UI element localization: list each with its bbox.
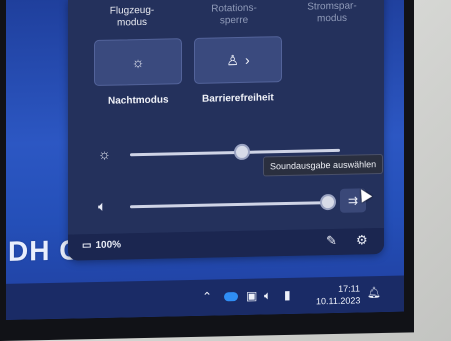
night-mode-tile[interactable]: ☼ — [94, 38, 182, 87]
volume-slider-thumb[interactable] — [320, 193, 336, 211]
brightness-track-rest — [240, 148, 340, 154]
accessibility-icon: ♙ — [226, 51, 239, 68]
battery-saver-label[interactable]: Stromspar- modus — [282, 0, 382, 26]
flight-mode-label-line1: Flugzeug- — [109, 4, 155, 17]
brightness-track-filled — [130, 150, 240, 157]
accessibility-tile[interactable]: ♙ › — [194, 36, 282, 84]
sound-output-tooltip: Soundausgabe auswählen — [263, 153, 384, 177]
rotation-lock-label-line2: sperre — [219, 14, 249, 27]
battery-icon: ▭ — [82, 240, 92, 252]
quick-settings-body: Flugzeug- modus Rotations- sperre Stroms… — [68, 0, 384, 235]
volume-track-filled — [130, 201, 326, 209]
laptop-bezel: DH C Flugzeug- modus Rotations- sperre S… — [0, 0, 414, 341]
clock[interactable]: 17:11 10.11.2023 — [316, 282, 360, 307]
screen: DH C Flugzeug- modus Rotations- sperre S… — [6, 0, 404, 320]
volume-slider-row: 🔈︎ ⇉ — [68, 188, 384, 221]
chevron-right-icon: › — [244, 51, 250, 68]
battery-saver-label-line2: modus — [316, 12, 347, 25]
quick-toggle-labels-row: Flugzeug- modus Rotations- sperre Stroms… — [68, 0, 384, 39]
battery-saver-label-line1: Stromspar- — [307, 0, 357, 13]
flight-mode-label[interactable]: Flugzeug- modus — [82, 4, 182, 30]
photo-background: DH C Flugzeug- modus Rotations- sperre S… — [0, 0, 451, 341]
pencil-icon[interactable]: ✎ — [326, 233, 337, 249]
sound-output-icon: ⇉ — [347, 193, 359, 208]
network-icon[interactable]: ▣ — [246, 289, 257, 303]
brightness-slider-thumb[interactable] — [234, 143, 250, 161]
rotation-lock-label-line1: Rotations- — [211, 2, 257, 15]
bell-icon[interactable]: 🔔︎ — [367, 286, 381, 299]
taskbar-speaker-icon[interactable]: 🔈︎ — [264, 288, 271, 303]
rotation-lock-label[interactable]: Rotations- sperre — [184, 2, 284, 28]
battery-percentage: 100% — [95, 239, 122, 252]
brightness-icon: ☼ — [98, 145, 111, 162]
clock-time: 17:11 — [338, 283, 360, 294]
gear-icon[interactable]: ⚙ — [356, 232, 368, 248]
chevron-up-icon[interactable]: ⌃ — [202, 290, 212, 304]
flight-mode-label-line2: modus — [116, 16, 147, 29]
quick-settings-footer: ▭ 100% ✎ ⚙ — [68, 227, 384, 261]
sun-icon: ☼ — [131, 53, 145, 71]
night-mode-label: Nachtmodus — [108, 94, 169, 107]
clock-date: 10.11.2023 — [316, 295, 361, 307]
speaker-icon: 🔈︎ — [98, 197, 107, 214]
quick-settings-panel: Flugzeug- modus Rotations- sperre Stroms… — [68, 0, 384, 261]
taskbar: ⌃ ▣ 🔈︎ ▮ 17:11 10.11.2023 🔔︎ — [6, 275, 404, 320]
accessibility-label: Barrierefreiheit — [202, 92, 274, 105]
taskbar-battery-icon[interactable]: ▮ — [284, 288, 291, 302]
battery-status[interactable]: ▭ 100% — [82, 239, 121, 251]
cloud-icon[interactable] — [224, 292, 238, 302]
